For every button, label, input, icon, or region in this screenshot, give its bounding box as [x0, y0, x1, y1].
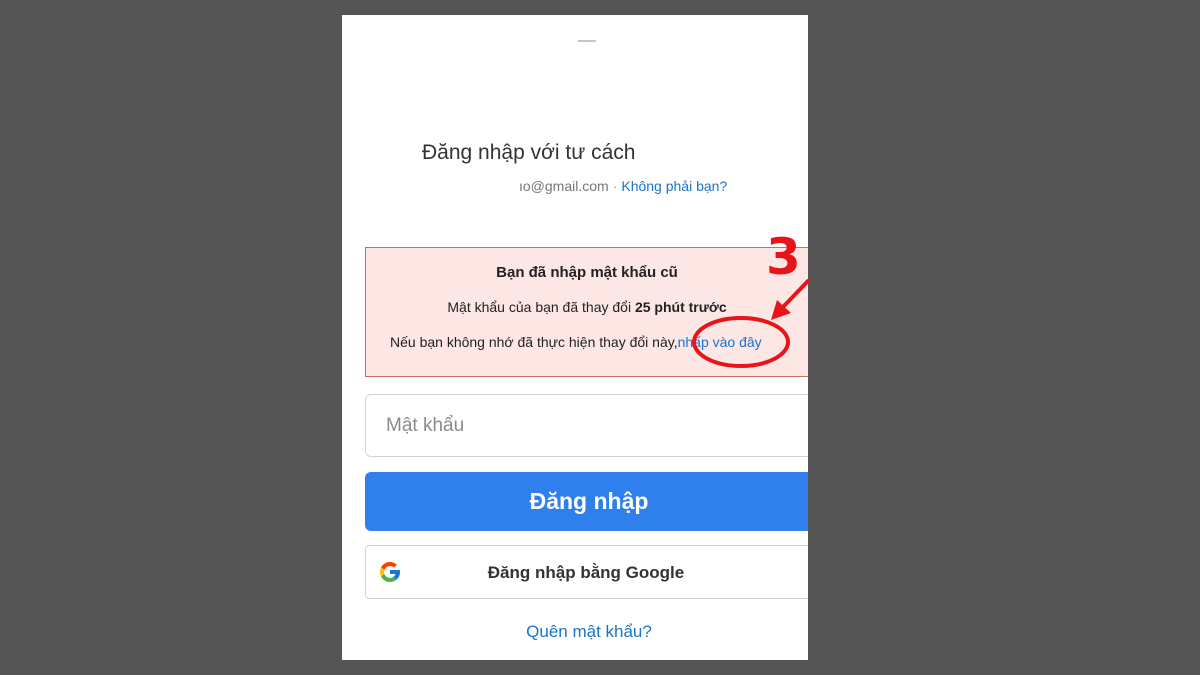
- separator: ·: [612, 178, 618, 194]
- not-you-link[interactable]: Không phải bạn?: [621, 178, 727, 194]
- alert-message: Mật khẩu của bạn đã thay đổi 25 phút trư…: [366, 299, 808, 315]
- google-login-button[interactable]: Đăng nhập bằng Google: [365, 545, 808, 599]
- account-email: ıo@gmail.com: [519, 178, 609, 194]
- alert-message-text: Mật khẩu của bạn đã thay đổi: [447, 299, 632, 315]
- alert-time: 25 phút trước: [634, 299, 727, 315]
- account-row: ıo@gmail.com · Không phải bạn?: [519, 178, 727, 194]
- alert-title: Bạn đã nhập mật khẩu cũ: [496, 264, 678, 281]
- password-input[interactable]: Mật khẩu: [365, 394, 808, 457]
- forgot-password-link[interactable]: Quên mật khẩu?: [342, 622, 808, 642]
- login-panel: Đăng nhập với tư cách ıo@gmail.com · Không…: [342, 15, 808, 660]
- alert-help-text: Nếu bạn không nhớ đã thực hiện thay đổi …: [390, 334, 678, 350]
- page-title: Đăng nhập với tư cách: [422, 141, 636, 164]
- click-here-link[interactable]: nhấp vào đây: [678, 334, 762, 350]
- alert-help: Nếu bạn không nhớ đã thực hiện thay đổi …: [390, 334, 762, 350]
- google-login-label: Đăng nhập bằng Google: [487, 563, 685, 582]
- old-password-alert: Bạn đã nhập mật khẩu cũ Mật khẩu của bạn…: [365, 247, 808, 377]
- login-button[interactable]: Đăng nhập: [365, 472, 808, 531]
- step-number-annotation: 3: [766, 228, 801, 286]
- top-divider: [578, 40, 596, 42]
